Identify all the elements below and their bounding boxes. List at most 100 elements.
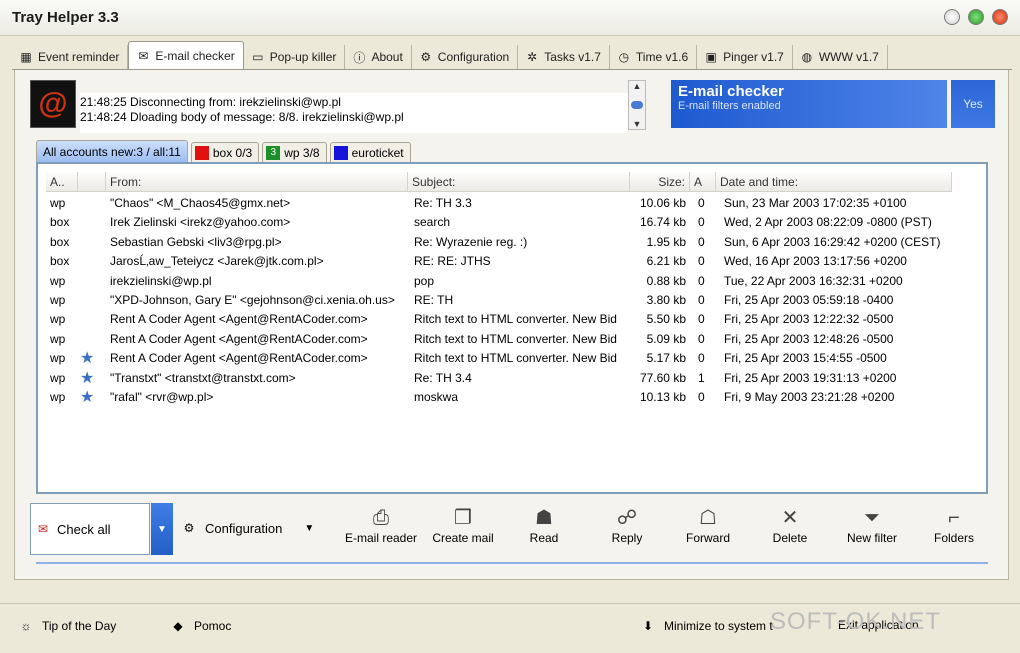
table-row[interactable]: wp "Chaos" <M_Chaos45@gmx.net> Re: TH 3.3 1… (38, 194, 986, 213)
table-row[interactable]: wp Rent A Coder Agent <Agent@RentACoder.c… (38, 310, 986, 329)
cell-subject: moskwa (414, 390, 459, 404)
cell-subject: Re: TH 3.3 (414, 196, 472, 210)
table-row[interactable]: wp ★ "Transtxt" <transtxt@transtxt.com> Re:… (38, 369, 986, 388)
info-banner: E-mail checker E-mail filters enabled (671, 80, 947, 128)
reply-button[interactable]: ☍ Reply (584, 505, 670, 555)
cell-acct: wp (50, 312, 66, 327)
cell-subject: Ritch text to HTML converter. New Bid (414, 351, 617, 366)
star-icon: ★ (80, 350, 95, 368)
scroll-thumb[interactable] (631, 101, 643, 109)
table-row[interactable]: box JarosĹ‚aw_Teteiycz <Jarek@jtk.com.pl>… (38, 252, 986, 271)
cell-date: Fri, 25 Apr 2003 12:22:32 -0500 (724, 312, 894, 327)
cell-size: 10.06 kb (639, 196, 686, 210)
cell-a: 0 (698, 390, 705, 404)
message-list[interactable]: A.. From: Subject: Size: A Date and time… (36, 162, 988, 494)
help-book-icon: ◆ (173, 619, 183, 633)
account-tab-all[interactable]: All accounts new:3 / all:11 (36, 140, 188, 162)
maximize-button[interactable] (968, 9, 984, 25)
create-mail-button[interactable]: ❐ Create mail (420, 505, 506, 555)
table-row[interactable]: wp "XPD-Johnson, Gary E" <gejohnson@ci.xe… (38, 291, 986, 310)
tab-time[interactable]: ◷ Time v1.6 (610, 45, 698, 69)
tab-email-checker[interactable]: ✉ E-mail checker (128, 41, 244, 69)
config-icon: ⚙ (183, 521, 195, 535)
scroll-down-icon[interactable]: ▼ (633, 119, 642, 129)
minimize-to-tray-button[interactable]: ⬇ Minimize to system t (640, 618, 773, 634)
info-subtitle: E-mail filters enabled (678, 100, 781, 112)
cell-from: "XPD-Johnson, Gary E" <gejohnson@ci.xeni… (110, 293, 395, 307)
cell-subject: RE: TH (414, 293, 454, 307)
column-flag[interactable] (78, 172, 106, 192)
cell-date: Wed, 2 Apr 2003 08:22:09 -0800 (PST) (724, 215, 932, 230)
computer-icon: ▣ (705, 50, 717, 64)
status-line: 21:48:24 Dloading body of message: 8/8. … (80, 110, 404, 124)
cell-date: Fri, 25 Apr 2003 15:4:55 -0500 (724, 351, 887, 366)
check-all-dropdown[interactable]: ▼ (151, 503, 173, 555)
scroll-up-icon[interactable]: ▲ (633, 81, 642, 91)
new-filter-button[interactable]: ⏷ New filter (829, 505, 915, 555)
minimize-button[interactable] (944, 9, 960, 25)
column-subject[interactable]: Subject: (408, 172, 630, 192)
tab-popup-killer[interactable]: ▭ Pop-up killer (244, 45, 346, 69)
table-row[interactable]: wp Rent A Coder Agent <Agent@RentACoder.c… (38, 330, 986, 349)
table-row[interactable]: box Sebastian Gebski <liv3@rpg.pl> Re: Wyr… (38, 233, 986, 252)
tip-of-day-button[interactable]: ☼ Tip of the Day (18, 618, 117, 634)
config-icon: ⚙ (420, 50, 432, 64)
cell-a: 0 (698, 254, 705, 269)
delete-button[interactable]: ✕ Delete (747, 505, 833, 555)
tab-event-reminder[interactable]: ▦ Event reminder (12, 45, 129, 69)
table-row[interactable]: box Irek Zielinski <irekz@yahoo.com> searc… (38, 213, 986, 232)
cell-subject: Re: TH 3.4 (414, 370, 472, 385)
tab-configuration[interactable]: ⚙ Configuration (412, 45, 519, 69)
cell-acct: box (50, 234, 70, 249)
check-all-button[interactable]: ✉ Check all (30, 503, 150, 555)
mail-icon: ✉ (138, 48, 149, 63)
reader-icon: ⎙ (373, 507, 389, 529)
column-attachment[interactable]: A (690, 172, 716, 192)
status-log: 21:48:25 Disconnecting from: irekzielins… (80, 93, 628, 133)
cell-from: Rent A Coder Agent <Agent@RentACoder.com… (110, 312, 368, 327)
mailbox-icon: ✉ (37, 522, 49, 536)
forward-button[interactable]: ☖ Forward (665, 505, 751, 555)
column-account[interactable]: A.. (46, 172, 78, 192)
account-swatch: 3 (266, 145, 281, 160)
cell-date: Fri, 25 Apr 2003 05:59:18 -0400 (724, 293, 894, 307)
cell-date: Fri, 9 May 2003 23:21:28 +0200 (724, 390, 895, 404)
column-size[interactable]: Size: (630, 172, 690, 192)
column-date[interactable]: Date and time: (716, 172, 952, 192)
cell-size: 1.95 kb (646, 234, 686, 249)
folders-button[interactable]: ⌐ Folders (911, 505, 997, 555)
account-swatch (194, 145, 209, 160)
status-scrollbar[interactable]: ▲ ▼ (628, 80, 646, 130)
account-swatch (333, 145, 348, 160)
window-icon: ▭ (252, 50, 264, 64)
account-tab-euroticket[interactable]: euroticket (329, 142, 411, 162)
email-reader-button[interactable]: ⎙ E-mail reader (338, 505, 424, 555)
cell-from: Irek Zielinski <irekz@yahoo.com> (110, 215, 291, 230)
help-button[interactable]: ◆ Pomoc (170, 618, 231, 634)
cell-from: Rent A Coder Agent <Agent@RentACoder.com… (110, 331, 368, 346)
tab-pinger[interactable]: ▣ Pinger v1.7 (697, 45, 793, 69)
cell-subject: Ritch text to HTML converter. New Bid (414, 331, 617, 346)
close-button[interactable] (992, 9, 1008, 25)
account-tab-wp[interactable]: 3 wp 3/8 (262, 142, 327, 162)
yes-button[interactable]: Yes (951, 80, 995, 128)
read-button[interactable]: ☗ Read (501, 505, 587, 555)
cell-acct: wp (50, 273, 66, 288)
toolbar-divider (36, 562, 988, 564)
cell-a: 1 (698, 370, 705, 385)
cell-acct: wp (50, 351, 66, 366)
table-row[interactable]: wp irekzielinski@wp.pl pop 0.88 kb 0 Tue, 22 … (38, 272, 986, 291)
column-from[interactable]: From: (106, 172, 408, 192)
configuration-button[interactable]: ⚙ Configuration ▼ (181, 520, 315, 536)
tab-tasks[interactable]: ✲ Tasks v1.7 (518, 45, 610, 69)
table-row[interactable]: wp ★ Rent A Coder Agent <Agent@RentACoder.… (38, 349, 986, 368)
cell-subject: pop (414, 273, 435, 288)
table-row[interactable]: wp ★ "rafal" <rvr@wp.pl> moskwa 10.13 kb 0 Fri… (38, 388, 986, 407)
info-title: E-mail checker (678, 83, 784, 100)
title-bar: Tray Helper 3.3 (0, 0, 1020, 36)
tab-www[interactable]: ◍ WWW v1.7 (793, 45, 888, 69)
cell-date: Sun, 23 Mar 2003 17:02:35 +0100 (724, 196, 907, 210)
account-tab-box[interactable]: box 0/3 (190, 142, 260, 162)
tab-about[interactable]: ⓘ About (345, 45, 412, 69)
cell-acct: wp (50, 390, 66, 404)
